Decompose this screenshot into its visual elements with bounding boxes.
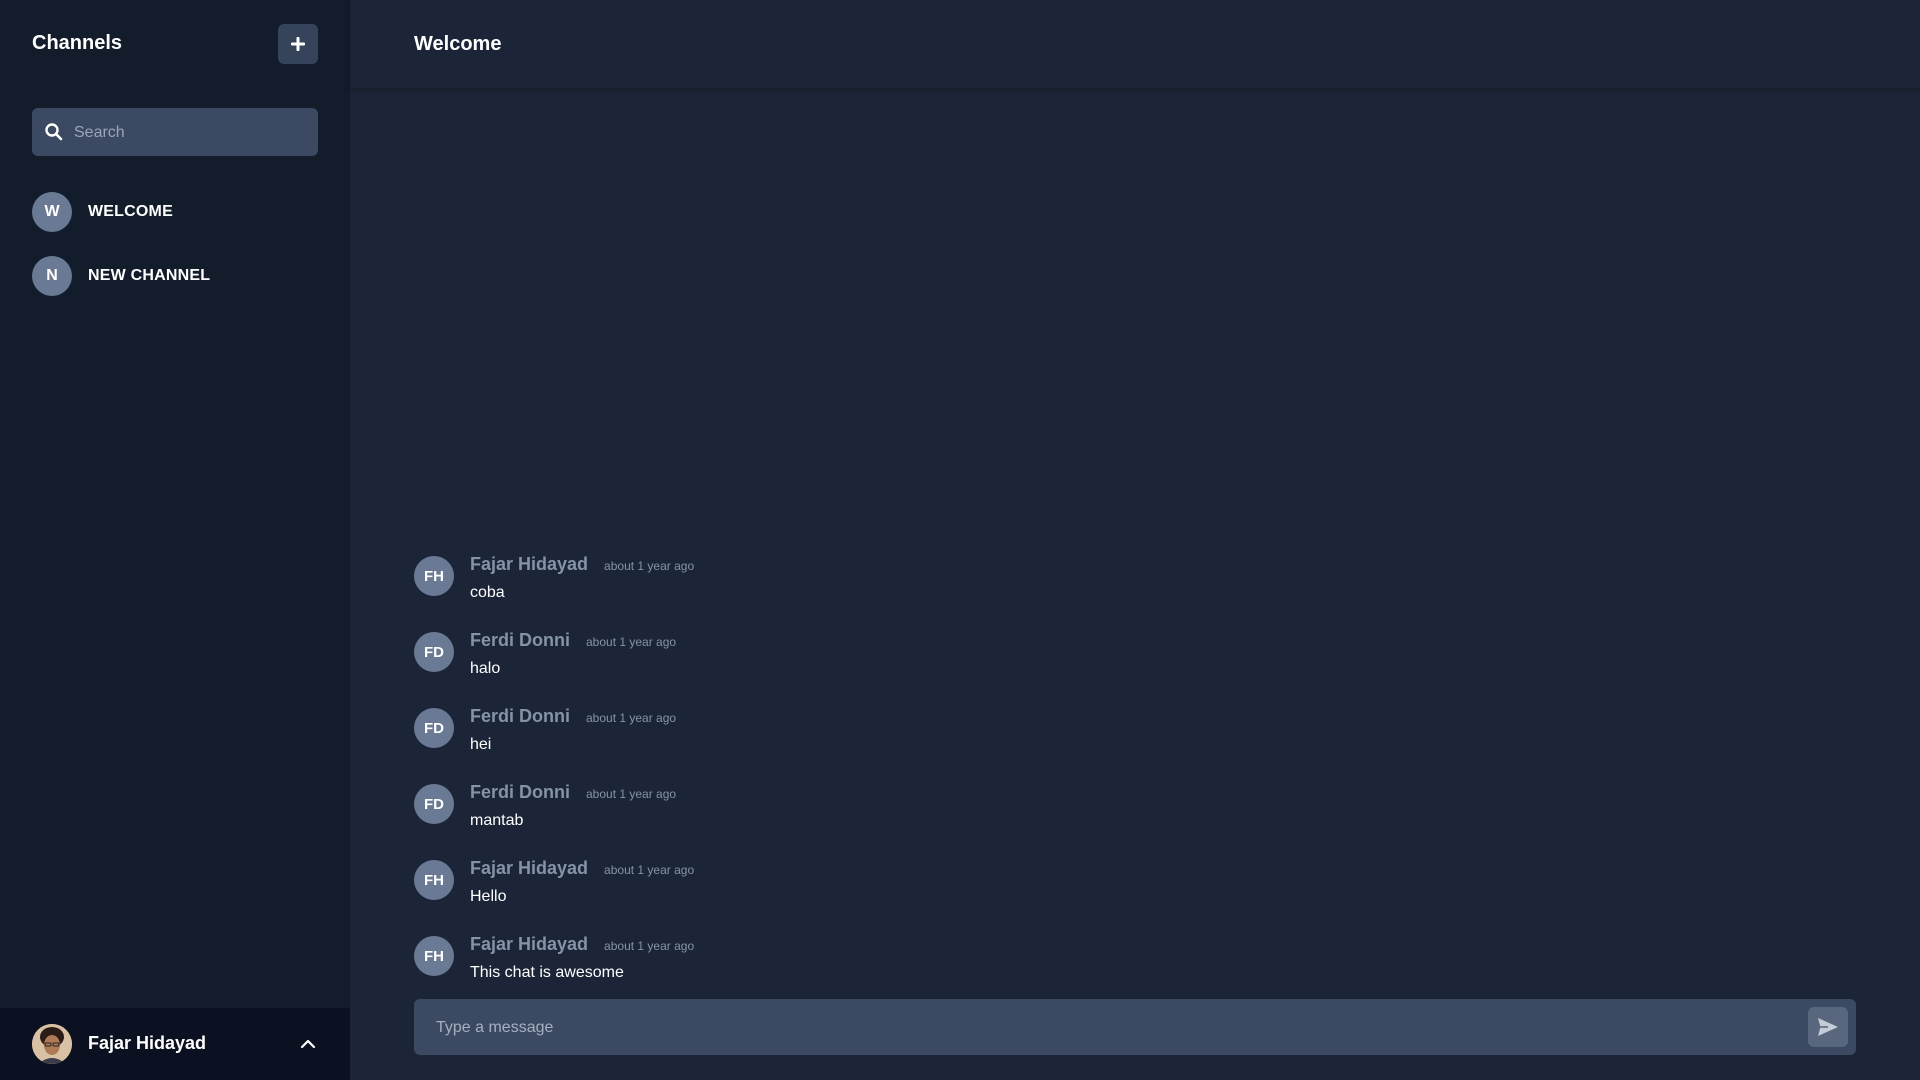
channel-avatar: W — [32, 192, 72, 232]
message-header: Fajar Hidayad about 1 year ago — [470, 858, 694, 879]
message-text: coba — [470, 584, 505, 601]
message-avatar: FH — [414, 860, 454, 900]
message-author: Fajar Hidayad — [470, 934, 589, 954]
message-header: Fajar Hidayad about 1 year ago — [470, 934, 694, 955]
message-text: hei — [470, 736, 492, 753]
chat-app: Channels W WELCOME N NEW CHANNEL — [0, 0, 1920, 1080]
message-author: Fajar Hidayad — [470, 858, 589, 878]
message-header: Ferdi Donni about 1 year ago — [470, 782, 676, 803]
sidebar-header: Channels — [32, 24, 318, 64]
sidebar: Channels W WELCOME N NEW CHANNEL — [0, 0, 350, 1080]
channel-item-welcome[interactable]: W WELCOME — [32, 192, 318, 232]
chat-main: Welcome FH Fajar Hidayad about 1 year ag… — [350, 0, 1920, 1080]
message-composer — [414, 999, 1856, 1057]
message: FD Ferdi Donni about 1 year ago halo — [414, 628, 1856, 704]
message-list: FH Fajar Hidayad about 1 year ago coba F… — [414, 552, 1856, 1008]
message: FH Fajar Hidayad about 1 year ago Hello — [414, 856, 1856, 932]
message-time: about 1 year ago — [604, 863, 695, 877]
sidebar-title: Channels — [32, 32, 123, 54]
message-time: about 1 year ago — [604, 559, 695, 573]
message-time: about 1 year ago — [604, 939, 695, 953]
message-author: Ferdi Donni — [470, 782, 570, 802]
message-avatar: FD — [414, 708, 454, 748]
plus-icon — [291, 37, 305, 51]
message-header: Ferdi Donni about 1 year ago — [470, 630, 676, 651]
message: FH Fajar Hidayad about 1 year ago coba — [414, 552, 1856, 628]
message-author: Fajar Hidayad — [470, 554, 589, 574]
search-icon — [45, 123, 63, 141]
message-header: Fajar Hidayad about 1 year ago — [470, 554, 694, 575]
message-time: about 1 year ago — [586, 635, 677, 649]
message-avatar: FH — [414, 936, 454, 976]
message-text: mantab — [470, 812, 524, 829]
chevron-up-icon — [300, 1039, 316, 1049]
channel-label: WELCOME — [88, 203, 173, 220]
channel-label: NEW CHANNEL — [88, 267, 211, 284]
message-avatar: FD — [414, 784, 454, 824]
channel-item-new-channel[interactable]: N NEW CHANNEL — [32, 256, 318, 296]
send-button[interactable] — [1808, 1007, 1848, 1047]
message-author: Ferdi Donni — [470, 630, 570, 650]
message: FD Ferdi Donni about 1 year ago hei — [414, 704, 1856, 780]
message-input[interactable] — [434, 999, 1778, 1057]
message-header: Ferdi Donni about 1 year ago — [470, 706, 676, 727]
message-text: halo — [470, 660, 501, 677]
message: FD Ferdi Donni about 1 year ago mantab — [414, 780, 1856, 856]
search-input[interactable] — [72, 108, 312, 158]
add-channel-button[interactable] — [278, 24, 318, 64]
message-text: Hello — [470, 888, 507, 905]
message: FH Fajar Hidayad about 1 year ago This c… — [414, 932, 1856, 1008]
search-box — [32, 108, 318, 158]
message-avatar: FH — [414, 556, 454, 596]
channel-header: Welcome — [350, 0, 1920, 88]
message-author: Ferdi Donni — [470, 706, 570, 726]
user-name: Fajar Hidayad — [88, 1033, 207, 1053]
send-icon — [1818, 1018, 1838, 1036]
message-time: about 1 year ago — [586, 787, 677, 801]
channel-title: Welcome — [414, 33, 502, 55]
user-avatar — [32, 1024, 72, 1064]
message-text: This chat is awesome — [470, 964, 624, 981]
channel-avatar: N — [32, 256, 72, 296]
message-avatar: FD — [414, 632, 454, 672]
channel-list: W WELCOME N NEW CHANNEL — [32, 192, 318, 320]
message-time: about 1 year ago — [586, 711, 677, 725]
user-menu[interactable]: Fajar Hidayad — [0, 1008, 350, 1080]
